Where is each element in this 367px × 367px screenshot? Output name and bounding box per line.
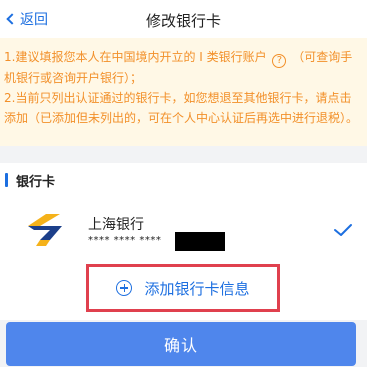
confirm-button[interactable]: 确认 [6, 322, 356, 366]
bank-name: 上海银行 [88, 217, 144, 233]
plus-circle-icon [116, 280, 133, 296]
notice-banner: 1.建议填报您本人在中国境内开立的 I 类银行账户 ? （可查询手机银行或咨询开… [0, 38, 367, 146]
notice-line2-text: 2.当前只列出认证通过的银行卡，如您想退至其他银行卡，请点击添加（已添加但未列出… [4, 91, 359, 125]
checkmark-icon [334, 224, 352, 236]
page-title: 修改银行卡 [145, 12, 221, 30]
section-header: 银行卡 [0, 163, 367, 197]
add-bank-card-label: 添加银行卡信息 [144, 279, 250, 298]
card-number-masked: **** **** **** [88, 235, 162, 246]
help-icon[interactable]: ? [272, 54, 287, 68]
nav-bar: 返回 修改银行卡 [0, 0, 367, 38]
confirm-label: 确认 [163, 336, 198, 355]
add-bank-card-button[interactable]: 添加银行卡信息 [86, 264, 280, 312]
section-title: 银行卡 [16, 175, 56, 190]
bank-of-shanghai-logo-icon [28, 214, 62, 246]
bank-card-item[interactable]: 上海银行 **** **** **** [0, 197, 367, 263]
redaction-bar [175, 232, 225, 251]
notice-line1-text: 1.建议填报您本人在中国境内开立的 I 类银行账户 [4, 50, 267, 64]
edit-bank-card-page: 返回 修改银行卡 1.建议填报您本人在中国境内开立的 I 类银行账户 ? （可查… [0, 0, 367, 367]
section-marker [5, 173, 8, 187]
bank-card-list: 上海银行 **** **** **** 添加银行卡信息 [0, 197, 367, 320]
